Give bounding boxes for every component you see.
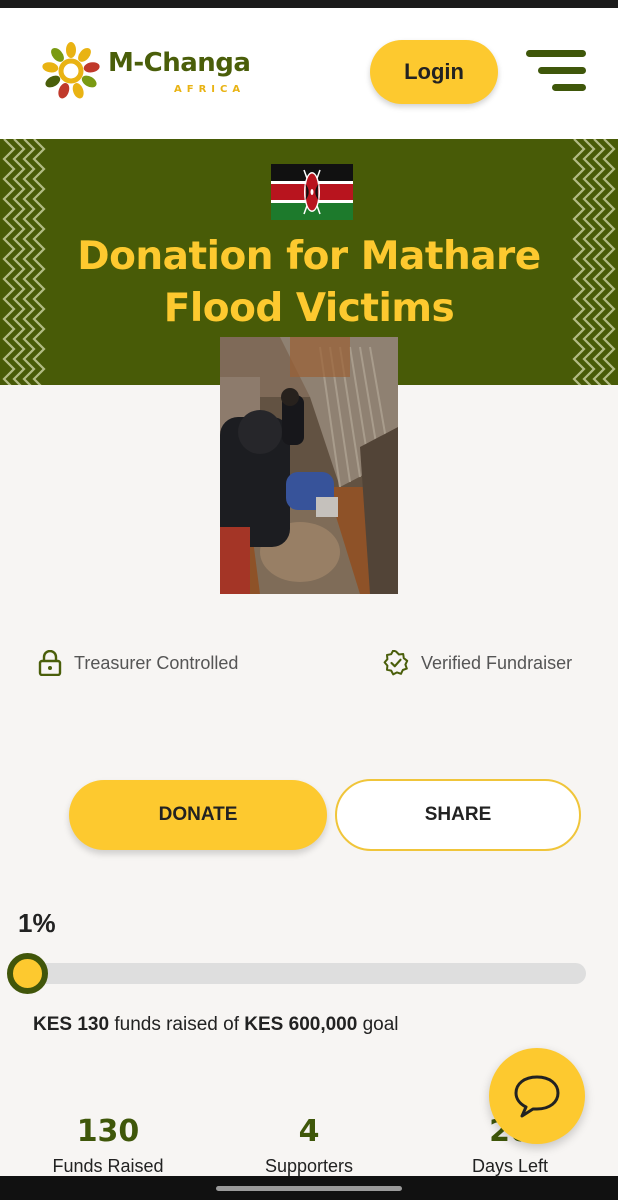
verified-fundraiser-label: Verified Fundraiser (421, 652, 573, 673)
goal-currency: KES (244, 1014, 284, 1035)
hamburger-menu-icon[interactable] (526, 50, 586, 92)
donate-button[interactable]: DONATE (69, 780, 327, 850)
stat-funds-raised: 130 Funds Raised (8, 1112, 208, 1180)
stat-value: 4 (298, 1114, 320, 1149)
status-bar (0, 0, 618, 8)
site-header: M-Changa AFRICA Login (0, 8, 618, 139)
campaign-title: Donation for Mathare Flood Victims (77, 234, 541, 331)
stat-value: 130 (76, 1114, 140, 1149)
progress-knob (7, 953, 49, 994)
chat-bubble-icon (514, 1075, 560, 1118)
treasurer-controlled-badge: Treasurer Controlled (38, 648, 238, 678)
logo-subtitle: AFRICA (174, 84, 246, 95)
verified-fundraiser-badge: Verified Fundraiser (383, 648, 572, 678)
campaign-photo[interactable] (220, 337, 398, 594)
goal-amount: 600,000 (288, 1014, 358, 1035)
share-button[interactable]: SHARE (335, 779, 581, 851)
treasurer-controlled-label: Treasurer Controlled (74, 652, 239, 673)
progress-track (22, 963, 586, 984)
logo-name: M-Changa (108, 48, 251, 78)
login-button[interactable]: Login (370, 40, 498, 104)
raised-text: funds raised of (114, 1014, 239, 1035)
raised-currency: KES (33, 1014, 73, 1035)
kenya-flag-icon (271, 164, 353, 220)
logo-hands-icon (42, 42, 100, 99)
verified-check-icon (383, 650, 409, 676)
stat-supporters: 4 Supporters (209, 1112, 409, 1180)
progress-percent: 1% (18, 908, 56, 938)
system-navigation-bar (0, 1176, 618, 1200)
flood-scene-image (220, 337, 398, 594)
funds-raised-summary: KES 130 funds raised of KES 600,000 goal (33, 1014, 399, 1036)
lock-icon (38, 650, 62, 676)
mchanga-logo[interactable]: M-Changa AFRICA (40, 40, 251, 104)
goal-text: goal (362, 1014, 399, 1035)
raised-amount: 130 (77, 1014, 110, 1035)
home-gesture-handle[interactable] (216, 1186, 402, 1191)
chat-button[interactable] (489, 1048, 585, 1144)
